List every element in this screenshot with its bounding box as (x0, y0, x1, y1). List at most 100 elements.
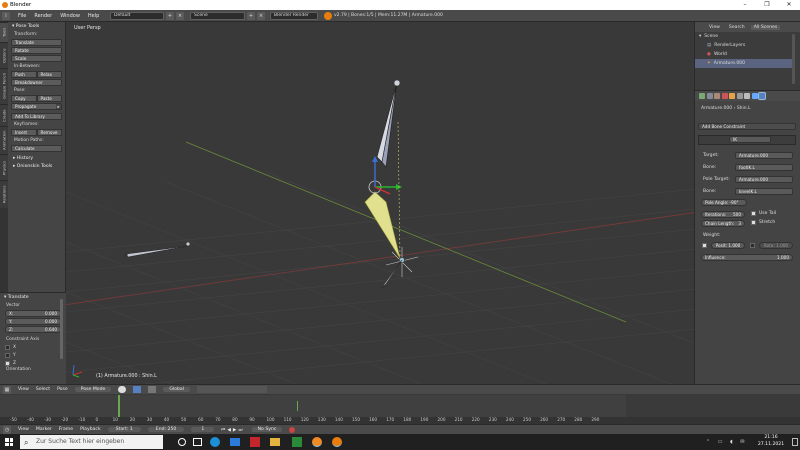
calculate-button[interactable]: Calculate (11, 145, 62, 152)
edge-icon[interactable] (210, 437, 220, 447)
tab-create[interactable]: Create (0, 104, 8, 126)
3d-viewport[interactable]: User Persp (1) Armature.000 : Shin.L (66, 22, 694, 384)
explorer-icon[interactable] (270, 438, 280, 446)
notification-icon[interactable] (792, 438, 798, 446)
timeline-view-menu[interactable]: View (18, 427, 29, 432)
influence-field[interactable]: Influence: 1.000 (701, 254, 793, 261)
bone-tab-icon[interactable] (751, 93, 758, 99)
chain-length-field[interactable]: Chain Length: 3 (701, 220, 745, 227)
tab-relations[interactable]: Relations (0, 180, 8, 208)
outliner-tab-all-scenes[interactable]: All Scenes (750, 24, 781, 30)
viewport-canvas[interactable] (66, 22, 694, 384)
orientation-selector[interactable]: Global (163, 387, 190, 392)
remove-scene-icon[interactable]: × (257, 12, 265, 20)
pose-tools-header[interactable]: ▾ Pose Tools (8, 22, 65, 30)
mode-selector[interactable]: Pose Mode (74, 387, 112, 392)
mail-icon[interactable] (230, 438, 240, 446)
add-layout-icon[interactable]: + (166, 12, 174, 20)
editor-type-icon[interactable]: ◷ (3, 425, 11, 434)
outliner-item-renderlayers[interactable]: ▤ RenderLayers (695, 41, 745, 50)
iterations-field[interactable]: Iterations: 500 (701, 211, 745, 218)
operator-scrollbar[interactable] (60, 299, 63, 359)
editor-type-icon[interactable]: ▦ (3, 385, 11, 394)
select-menu[interactable]: Select (36, 387, 50, 392)
system-tray-icons[interactable]: ⌃ ▭ ◖ ✉ (706, 439, 748, 445)
bone-field[interactable]: footIK.L (735, 164, 793, 171)
data-tab-icon[interactable] (744, 93, 750, 99)
windows-start-icon[interactable] (5, 438, 13, 446)
minimize-icon[interactable]: – (734, 0, 756, 10)
vector-x-field[interactable]: X: 0.000 (5, 310, 61, 317)
playback-controls[interactable]: ⏮◀▶⏭ (221, 427, 244, 433)
rotate-button[interactable]: Rotate (11, 47, 62, 54)
push-button[interactable]: Push (11, 71, 37, 78)
clock[interactable]: 21:16 27.11.2021 (752, 435, 790, 448)
layer-buttons[interactable] (197, 386, 267, 393)
render-engine-selector[interactable]: Blender Render (270, 12, 318, 20)
history-panel[interactable]: ▸ History (8, 155, 65, 163)
add-scene-icon[interactable]: + (247, 12, 255, 20)
pole-angle-field[interactable]: Pole Angle: -90° (701, 199, 747, 206)
editor-type-icon[interactable]: i (2, 11, 10, 20)
timeline-frame-menu[interactable]: Frame (59, 427, 73, 432)
propagate-menu-icon[interactable]: ▸ (56, 104, 61, 109)
bone-constraint-tab-icon[interactable] (758, 92, 766, 100)
blender-taskbar-icon[interactable] (332, 437, 342, 447)
office-icon[interactable] (250, 437, 260, 447)
firefox-icon[interactable] (312, 437, 322, 447)
target-field[interactable]: Armature.000 (735, 152, 793, 159)
tab-physics[interactable]: Physics (0, 154, 8, 180)
position-weight-field[interactable]: Posit: 1.000 (711, 242, 745, 249)
taskbar-search-box[interactable]: ⌕ Zur Suche Text hier eingeben (20, 435, 163, 449)
translate-button[interactable]: Translate (11, 39, 62, 46)
axis-y-checkbox[interactable]: Y (0, 351, 66, 359)
close-icon[interactable]: ✕ (778, 0, 800, 10)
task-view-icon[interactable] (193, 438, 202, 446)
outliner-tab-search[interactable]: Search (729, 25, 745, 30)
pivot-icon[interactable] (133, 386, 142, 393)
timeline[interactable]: -50 -40 -30 -20 -10 0 10 20 30 40 50 60 70 80 90 100 110… (0, 395, 800, 424)
insert-keyframe-button[interactable]: Insert (11, 129, 37, 136)
scene-selector[interactable]: Scene (190, 12, 245, 20)
menu-window[interactable]: Window (60, 13, 80, 19)
position-weight-checkbox[interactable] (702, 243, 710, 250)
current-frame-field[interactable]: 1 (191, 427, 215, 432)
pole-target-field[interactable]: Armature.000 (735, 176, 793, 183)
breakdowner-button[interactable]: Breakdowner (11, 79, 62, 86)
shading-selector-icon[interactable] (118, 386, 127, 393)
vector-y-field[interactable]: Y: 0.000 (5, 318, 61, 325)
start-frame-field[interactable]: Start: 1 (107, 427, 141, 432)
pole-bone-field[interactable]: kneeIK.L (735, 188, 793, 195)
add-to-library-button[interactable]: Add To Library (11, 113, 62, 120)
axis-z-checkbox[interactable]: Z (0, 359, 66, 367)
scale-button[interactable]: Scale (11, 55, 62, 62)
outliner-scrollbar[interactable] (792, 34, 795, 84)
view-menu[interactable]: View (18, 387, 29, 392)
end-frame-field[interactable]: End: 250 (147, 427, 185, 432)
menu-help[interactable]: Help (88, 13, 99, 19)
tab-grease-pencil[interactable]: Grease Pencil (0, 68, 8, 104)
current-frame-cursor[interactable] (118, 395, 120, 417)
menu-render[interactable]: Render (34, 13, 52, 19)
tab-tools[interactable]: Tools (0, 22, 8, 42)
scene-tab-icon[interactable] (714, 93, 720, 99)
layout-selector[interactable]: Default (110, 12, 164, 20)
outliner-item-armature[interactable]: ✦ Armature.000 (695, 59, 795, 68)
remove-keyframe-button[interactable]: Remove (36, 129, 62, 136)
stretch-checkbox[interactable]: Stretch (751, 220, 775, 225)
outliner-item-scene[interactable]: ▾ Scene (695, 32, 718, 41)
relax-button[interactable]: Relax (36, 71, 62, 78)
constraint-name-field[interactable]: IK (729, 136, 771, 143)
timeline-marker-menu[interactable]: Marker (36, 427, 52, 432)
sync-selector[interactable]: No Sync (251, 427, 283, 432)
cortana-icon[interactable] (178, 438, 186, 446)
copy-pose-button[interactable]: Copy (11, 95, 37, 102)
render-tab-icon[interactable] (699, 93, 705, 99)
world-tab-icon[interactable] (721, 93, 728, 99)
propagate-button[interactable]: Propagate ▸ (11, 103, 62, 110)
manipulator-icon[interactable] (148, 386, 157, 393)
keyframe-marker[interactable] (297, 401, 298, 411)
layers-tab-icon[interactable] (706, 93, 713, 99)
outliner-item-world[interactable]: ● World (695, 50, 727, 59)
outliner-tab-view[interactable]: View (709, 25, 720, 30)
